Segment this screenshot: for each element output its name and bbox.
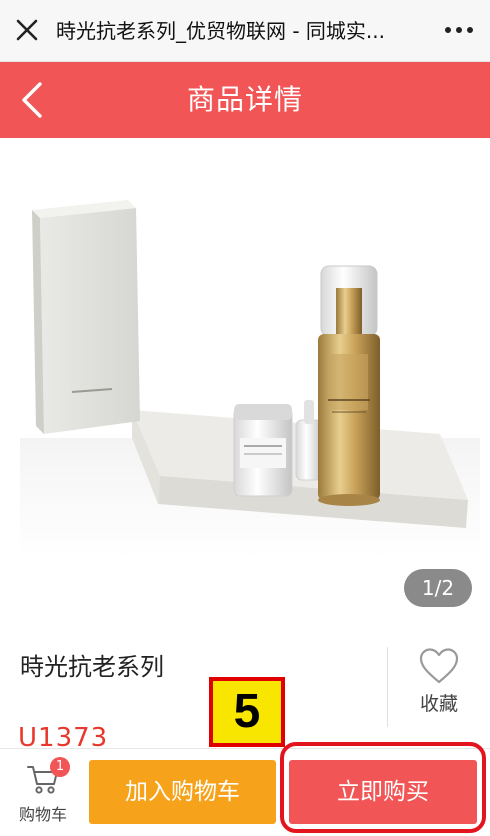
product-photo [0, 138, 490, 623]
favorite-label: 收藏 [419, 693, 458, 715]
chevron-left-icon[interactable] [12, 78, 56, 122]
heart-outline-icon [419, 648, 459, 684]
browser-title-bar: 時光抗老系列_优贸物联网 - 同城实... [0, 0, 490, 62]
step-number: 5 [233, 685, 261, 738]
close-icon[interactable] [14, 17, 40, 43]
image-pager: 1/2 [404, 569, 472, 607]
cart-label: 购物车 [18, 805, 67, 824]
product-image-gallery[interactable]: 1/2 [0, 138, 490, 623]
add-to-cart-button[interactable]: 加入购物车 [89, 760, 276, 824]
divider [387, 647, 388, 727]
step-number-badge: 5 [209, 677, 285, 747]
page-title: 商品详情 [186, 83, 303, 116]
more-dots-icon[interactable] [444, 20, 474, 40]
page-header: 商品详情 [0, 62, 490, 138]
buy-now-highlight [280, 742, 486, 833]
product-name: 時光抗老系列 [20, 653, 164, 681]
cart-button[interactable]: 1 购物车 [0, 749, 86, 836]
browser-page-title: 時光抗老系列_优贸物联网 - 同城实... [56, 19, 386, 43]
favorite-button[interactable]: 收藏 [404, 647, 474, 727]
cart-count-badge: 1 [50, 757, 70, 777]
